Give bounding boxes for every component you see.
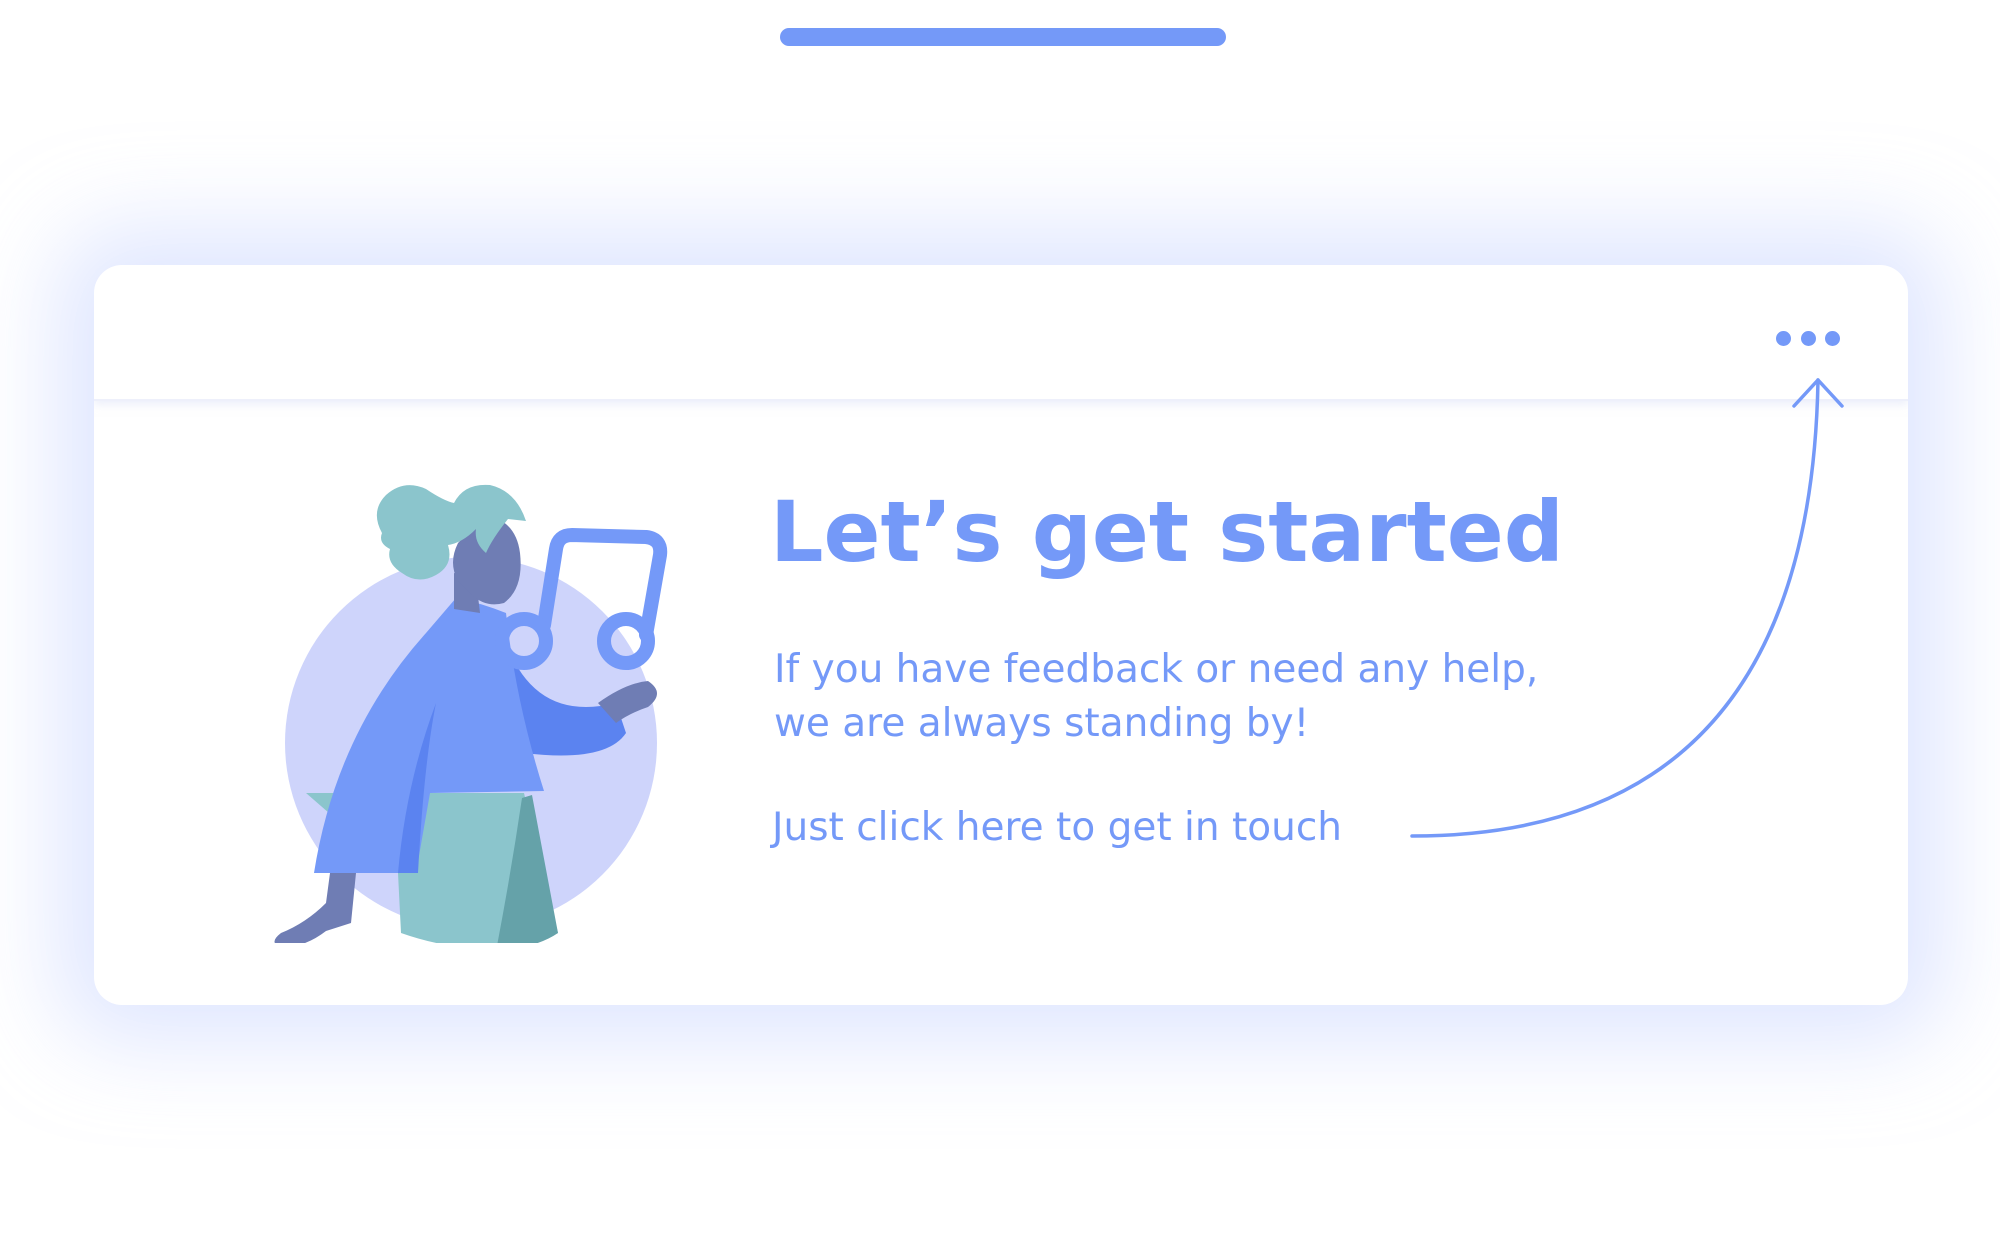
person-illustration-icon <box>186 403 686 951</box>
top-handle-bar[interactable] <box>780 28 1226 46</box>
more-options-button[interactable] <box>1776 323 1840 353</box>
get-started-card: Let’s get started If you have feedback o… <box>94 265 1908 1005</box>
card-header <box>94 265 1908 401</box>
more-dots-icon <box>1800 330 1816 346</box>
page: Let’s get started If you have feedback o… <box>0 0 2000 1257</box>
more-dots-icon <box>1776 330 1791 346</box>
help-description: If you have feedback or need any help, w… <box>774 647 1539 746</box>
more-dots-icon <box>1825 330 1840 346</box>
page-title: Let’s get started <box>770 483 1564 581</box>
get-in-touch-link[interactable]: Just click here to get in touch <box>772 805 1342 850</box>
